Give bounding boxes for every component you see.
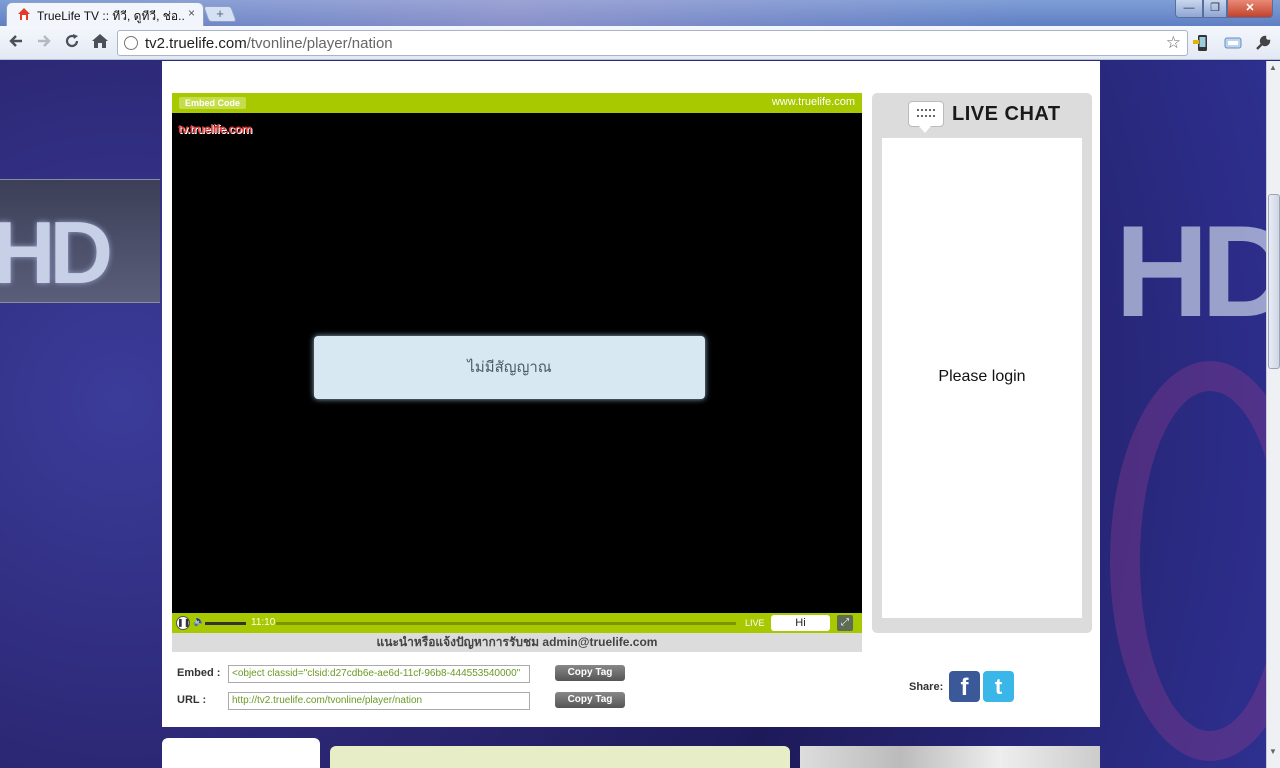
plus-icon: + — [216, 6, 224, 21]
web-page: HD HD Embed Code www.truelife.com tv.tru… — [0, 61, 1266, 768]
translate-extension-icon[interactable] — [1224, 34, 1242, 52]
embed-code-button[interactable]: Embed Code — [179, 97, 247, 109]
channel-watermark: tv.truelife.com — [178, 122, 252, 136]
back-arrow-icon[interactable] — [6, 33, 26, 53]
window-close-button[interactable]: ✕ — [1227, 0, 1273, 18]
home-icon[interactable] — [90, 33, 110, 53]
window-maximize-button[interactable]: ❐ — [1203, 0, 1227, 18]
facebook-icon[interactable]: f — [949, 671, 980, 702]
pause-icon[interactable]: ❚❚ — [176, 616, 190, 630]
volume-icon[interactable]: 🔈 — [193, 616, 205, 627]
live-indicator: LIVE — [745, 618, 765, 628]
tab-close-icon[interactable]: × — [188, 6, 195, 20]
copy-embed-tag-button[interactable]: Copy Tag — [555, 665, 625, 681]
progress-bar[interactable] — [276, 622, 736, 625]
volume-slider[interactable] — [205, 622, 246, 625]
lower-section-bar — [330, 746, 790, 768]
chat-body: Please login — [882, 138, 1082, 618]
fullscreen-icon[interactable]: ⤢ — [837, 615, 853, 631]
chat-title: LIVE CHAT — [952, 103, 1061, 125]
scroll-thumb[interactable] — [1268, 194, 1280, 369]
chat-login-prompt[interactable]: Please login — [882, 368, 1082, 386]
url-path: /tvonline/player/nation — [246, 35, 393, 52]
chat-bubble-icon — [908, 101, 944, 133]
url-domain: tv2.truelife.com — [145, 35, 247, 52]
main-content-panel: Embed Code www.truelife.com tv.truelife.… — [162, 61, 1100, 727]
phone-extension-icon[interactable] — [1192, 34, 1210, 52]
player-controls: ❚❚ 🔈 11:10 LIVE Hi ⤢ — [172, 613, 862, 633]
elapsed-time: 11:10 — [251, 617, 276, 628]
video-player[interactable]: Embed Code www.truelife.com tv.truelife.… — [172, 93, 862, 652]
background-glow — [1110, 361, 1266, 761]
address-url: tv2.truelife.com/tvonline/player/nation — [145, 35, 393, 52]
share-label: Share: — [909, 681, 944, 693]
embed-row: Embed : <object classid="clsid:d27cdb6e-… — [177, 665, 637, 683]
new-tab-button[interactable]: + — [203, 6, 237, 22]
lower-section-thumbnails[interactable] — [800, 746, 1100, 768]
address-bar[interactable]: tv2.truelife.com/tvonline/player/nation … — [117, 30, 1188, 56]
support-contact: แนะนำหรือแจ้งปัญหาการรับชม admin@truelif… — [172, 633, 862, 652]
background-hd-panel-right: HD — [1115, 198, 1266, 344]
wrench-icon[interactable] — [1254, 34, 1272, 52]
lower-section-tab[interactable] — [162, 738, 320, 768]
no-signal-message: ไม่มีสัญญาณ — [314, 336, 705, 399]
embed-label: Embed : — [177, 667, 221, 679]
player-top-bar: Embed Code www.truelife.com — [172, 93, 862, 113]
truelife-favicon-icon — [18, 8, 30, 20]
browser-toolbar: tv2.truelife.com/tvonline/player/nation … — [0, 26, 1280, 60]
twitter-icon[interactable]: t — [983, 671, 1014, 702]
globe-icon — [124, 36, 138, 50]
live-chat-panel: LIVE CHAT Please login — [872, 93, 1092, 633]
vertical-scrollbar[interactable]: ▲ ▼ — [1266, 61, 1280, 768]
scroll-up-icon[interactable]: ▲ — [1269, 63, 1277, 72]
url-label: URL : — [177, 694, 207, 706]
quality-selector[interactable]: Hi — [771, 615, 830, 631]
embed-code-field[interactable]: <object classid="clsid:d27cdb6e-ae6d-11c… — [228, 665, 530, 683]
tab-title: TrueLife TV :: ทีวี, ดูทีวี, ช่อ... — [37, 9, 185, 23]
scroll-down-icon[interactable]: ▼ — [1269, 747, 1277, 756]
share-section: Share: f t — [909, 671, 1019, 705]
browser-tab[interactable]: TrueLife TV :: ทีวี, ดูทีวี, ช่อ... × — [6, 2, 204, 26]
player-site-link[interactable]: www.truelife.com — [772, 96, 855, 108]
reload-icon[interactable] — [62, 33, 82, 53]
background-hd-panel-left: HD — [0, 179, 160, 303]
forward-arrow-icon[interactable] — [34, 33, 54, 53]
window-minimize-button[interactable]: — — [1175, 0, 1203, 18]
url-field[interactable]: http://tv2.truelife.com/tvonline/player/… — [228, 692, 530, 710]
url-row: URL : http://tv2.truelife.com/tvonline/p… — [177, 692, 637, 710]
bookmark-star-icon[interactable]: ☆ — [1166, 33, 1181, 53]
copy-url-tag-button[interactable]: Copy Tag — [555, 692, 625, 708]
